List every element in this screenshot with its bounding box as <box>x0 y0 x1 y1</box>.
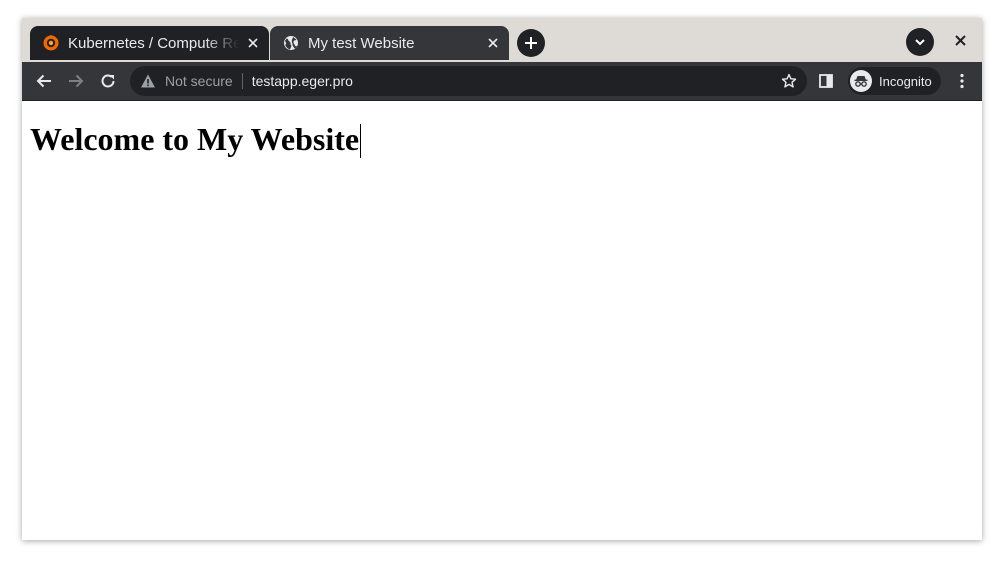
reload-icon <box>101 74 115 88</box>
window-close-button[interactable] <box>950 30 970 50</box>
page-heading: Welcome to My Website <box>30 121 362 158</box>
plus-icon <box>525 37 537 49</box>
side-panel-button[interactable] <box>816 71 836 91</box>
close-tab-icon[interactable] <box>483 33 503 53</box>
more-vert-icon <box>960 73 964 89</box>
globe-icon <box>282 34 300 52</box>
address-bar[interactable]: Not secure testapp.eger.pro <box>130 66 807 96</box>
tab-kubernetes[interactable]: Kubernetes / Compute Resources <box>30 26 269 60</box>
toolbar: Not secure testapp.eger.pro Incognito <box>22 62 982 101</box>
arrow-left-icon <box>36 74 51 88</box>
warning-icon[interactable] <box>140 73 156 89</box>
url-text[interactable]: testapp.eger.pro <box>252 73 779 89</box>
page-content: Welcome to My Website <box>22 101 982 540</box>
back-button[interactable] <box>30 67 58 95</box>
tab-my-test-website[interactable]: My test Website <box>270 26 509 60</box>
incognito-profile-button[interactable]: Incognito <box>848 67 941 95</box>
tab-title: Kubernetes / Compute Resources <box>68 34 239 52</box>
tab-title: My test Website <box>308 34 415 52</box>
new-tab-button[interactable] <box>517 29 545 57</box>
text-cursor <box>360 124 362 158</box>
browser-menu-button[interactable] <box>952 71 972 91</box>
chevron-down-icon <box>915 39 925 46</box>
tab-search-button[interactable] <box>906 28 934 56</box>
divider <box>241 73 243 89</box>
security-status-label[interactable]: Not secure <box>165 73 233 89</box>
incognito-icon <box>850 70 872 92</box>
grafana-icon <box>42 34 60 52</box>
browser-window: Kubernetes / Compute Resources My test W… <box>22 18 982 540</box>
page-heading-text: Welcome to My Website <box>30 121 360 157</box>
close-tab-icon[interactable] <box>243 33 263 53</box>
tab-strip: Kubernetes / Compute Resources My test W… <box>22 18 982 62</box>
incognito-label: Incognito <box>879 73 932 89</box>
arrow-right-icon <box>69 74 84 88</box>
reload-button[interactable] <box>94 67 122 95</box>
close-icon <box>954 34 966 46</box>
side-panel-icon <box>819 74 833 88</box>
forward-button[interactable] <box>62 67 90 95</box>
bookmark-star-icon[interactable] <box>779 71 799 91</box>
